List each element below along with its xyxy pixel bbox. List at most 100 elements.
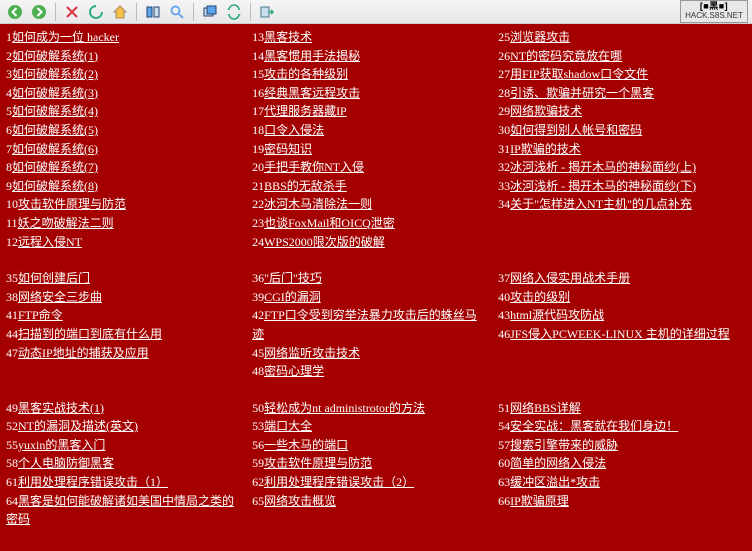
article-link[interactable]: 引诱、欺骗并研究一个黑客	[510, 86, 654, 100]
article-link[interactable]: 安全实战：黑客就在我们身边！	[510, 419, 678, 433]
list-item: 18口令入侵法	[252, 121, 488, 140]
article-link[interactable]: 代理服务器藏IP	[264, 104, 347, 118]
article-link[interactable]: 冰河浅析 - 揭开木马的神秘面纱(上)	[510, 160, 696, 174]
item-number: 51	[498, 401, 510, 415]
article-link[interactable]: CGI的漏洞	[264, 290, 321, 304]
refresh-button[interactable]	[85, 2, 107, 22]
article-link[interactable]: 黑客技术	[264, 30, 312, 44]
list-item: 12远程入侵NT	[6, 233, 242, 252]
item-number: 25	[498, 30, 510, 44]
list-item: 56一些木马的端口	[252, 436, 488, 455]
article-link[interactable]: html源代码攻防战	[510, 308, 604, 322]
article-link[interactable]: 如何破解系统(3)	[12, 86, 98, 100]
tabs-button[interactable]	[199, 2, 221, 22]
article-link[interactable]: 如何破解系统(8)	[12, 179, 98, 193]
article-link[interactable]: JFS侵入PCWEEK-LINUX 主机的详细过程	[510, 327, 730, 341]
article-link[interactable]: 网络入侵实用战术手册	[510, 271, 630, 285]
article-link[interactable]: 如何破解系统(1)	[12, 49, 98, 63]
article-link[interactable]: 冰河木马清除法一则	[264, 197, 372, 211]
article-link[interactable]: 攻击的各种级别	[264, 67, 348, 81]
article-link[interactable]: 手把手教你NT入侵	[264, 160, 364, 174]
item-number: 10	[6, 197, 18, 211]
article-link[interactable]: 网络BBS详解	[510, 401, 581, 415]
article-link[interactable]: 网络监听攻击技术	[264, 346, 360, 360]
article-link[interactable]: 一些木马的端口	[264, 438, 348, 452]
back-button[interactable]	[4, 2, 26, 22]
item-number: 49	[6, 401, 18, 415]
article-link[interactable]: 黑客惯用手法揭秘	[264, 49, 360, 63]
sync-button[interactable]	[223, 2, 245, 22]
article-link[interactable]: BBS的无敌杀手	[264, 179, 347, 193]
article-link[interactable]: 如何破解系统(5)	[12, 123, 98, 137]
go-button[interactable]	[256, 2, 278, 22]
list-item: 63缓冲区溢出*攻击	[498, 473, 746, 492]
article-link[interactable]: 黑客实战技术(1)	[18, 401, 104, 415]
item-number: 44	[6, 327, 18, 341]
article-link[interactable]: NT的密码究竟放在哪	[510, 49, 622, 63]
article-link[interactable]: IP欺骗原理	[510, 494, 569, 508]
article-link[interactable]: FTP命令	[18, 308, 63, 322]
item-number: 24	[252, 235, 264, 249]
list-item: 8如何破解系统(7)	[6, 158, 242, 177]
article-link[interactable]: 攻击软件原理与防范	[18, 197, 126, 211]
item-number: 64	[6, 494, 18, 508]
article-link[interactable]: 浏览器攻击	[510, 30, 570, 44]
toolbar-separator	[250, 3, 251, 21]
article-link[interactable]: WPS2000限次版的破解	[264, 235, 385, 249]
article-link[interactable]: 关于"怎样进入NT主机"的几点补充	[510, 197, 692, 211]
search-button[interactable]	[166, 2, 188, 22]
forward-button[interactable]	[28, 2, 50, 22]
list-item: 24WPS2000限次版的破解	[252, 233, 488, 252]
article-link[interactable]: 攻击软件原理与防范	[264, 456, 372, 470]
article-link[interactable]: "后门"技巧	[264, 271, 322, 285]
article-link[interactable]: 利用处理程序错误攻击（1）	[18, 475, 168, 489]
article-link[interactable]: FTP口令受到穷举法暴力攻击后的蛛丝马迹	[252, 308, 477, 341]
article-link[interactable]: 端口大全	[264, 419, 312, 433]
article-link[interactable]: 远程入侵NT	[18, 235, 82, 249]
article-link[interactable]: 如何成为一位 hacker	[12, 30, 119, 44]
article-link[interactable]: 密码心理学	[264, 364, 324, 378]
article-link[interactable]: 扫描到的端口到底有什么用	[18, 327, 162, 341]
list-item: 13黑客技术	[252, 28, 488, 47]
list-item: 15攻击的各种级别	[252, 65, 488, 84]
article-link[interactable]: 黑客是如何能破解诸如美国中情局之类的密码	[6, 494, 234, 527]
article-link[interactable]: 利用处理程序错误攻击（2）	[264, 475, 414, 489]
article-link[interactable]: 如何得到别人帐号和密码	[510, 123, 642, 137]
article-link[interactable]: 也谈FoxMail和OICQ泄密	[264, 216, 395, 230]
article-link[interactable]: 妖之吻破解法二则	[18, 216, 114, 230]
article-link[interactable]: 缓冲区溢出*攻击	[510, 475, 600, 489]
article-link[interactable]: 密码知识	[264, 142, 312, 156]
article-link[interactable]: 攻击的级别	[510, 290, 570, 304]
article-link[interactable]: 简单的网络入侵法	[510, 456, 606, 470]
article-link[interactable]: 网络攻击概览	[264, 494, 336, 508]
article-link[interactable]: 搜索引擎带来的威胁	[510, 438, 618, 452]
article-link[interactable]: 如何破解系统(4)	[12, 104, 98, 118]
item-number: 47	[6, 346, 18, 360]
article-link[interactable]: NT的漏洞及描述(英文)	[18, 419, 138, 433]
list-item: 7如何破解系统(6)	[6, 140, 242, 159]
article-link[interactable]: 个人电脑防御黑客	[18, 456, 114, 470]
link-column: 50轻松成为nt administrotor的方法53端口大全56一些木马的端口…	[252, 399, 488, 529]
article-link[interactable]: 网络安全三步曲	[18, 290, 102, 304]
stop-button[interactable]	[61, 2, 83, 22]
item-number: 20	[252, 160, 264, 174]
article-link[interactable]: yuxin的黑客入门	[18, 438, 105, 452]
article-link[interactable]: 轻松成为nt administrotor的方法	[264, 401, 425, 415]
article-link[interactable]: IP欺骗的技术	[510, 142, 581, 156]
article-link[interactable]: 冰河浅析 - 揭开木马的神秘面纱(下)	[510, 179, 696, 193]
article-link[interactable]: 经典黑客远程攻击	[264, 86, 360, 100]
article-link[interactable]: 网络欺骗技术	[510, 104, 582, 118]
list-item: 5如何破解系统(4)	[6, 102, 242, 121]
panels-button[interactable]	[142, 2, 164, 22]
article-link[interactable]: 如何破解系统(7)	[12, 160, 98, 174]
article-link[interactable]: 用FIP获取shadow口令文件	[510, 67, 648, 81]
article-link[interactable]: 动态IP地址的捕获及应用	[18, 346, 149, 360]
link-column: 49黑客实战技术(1)52NT的漏洞及描述(英文)55yuxin的黑客入门58个…	[6, 399, 242, 529]
article-link[interactable]: 口令入侵法	[264, 123, 324, 137]
article-link[interactable]: 如何破解系统(6)	[12, 142, 98, 156]
item-number: 15	[252, 67, 264, 81]
list-item: 45网络监听攻击技术	[252, 344, 488, 363]
article-link[interactable]: 如何创建后门	[18, 271, 90, 285]
home-button[interactable]	[109, 2, 131, 22]
article-link[interactable]: 如何破解系统(2)	[12, 67, 98, 81]
